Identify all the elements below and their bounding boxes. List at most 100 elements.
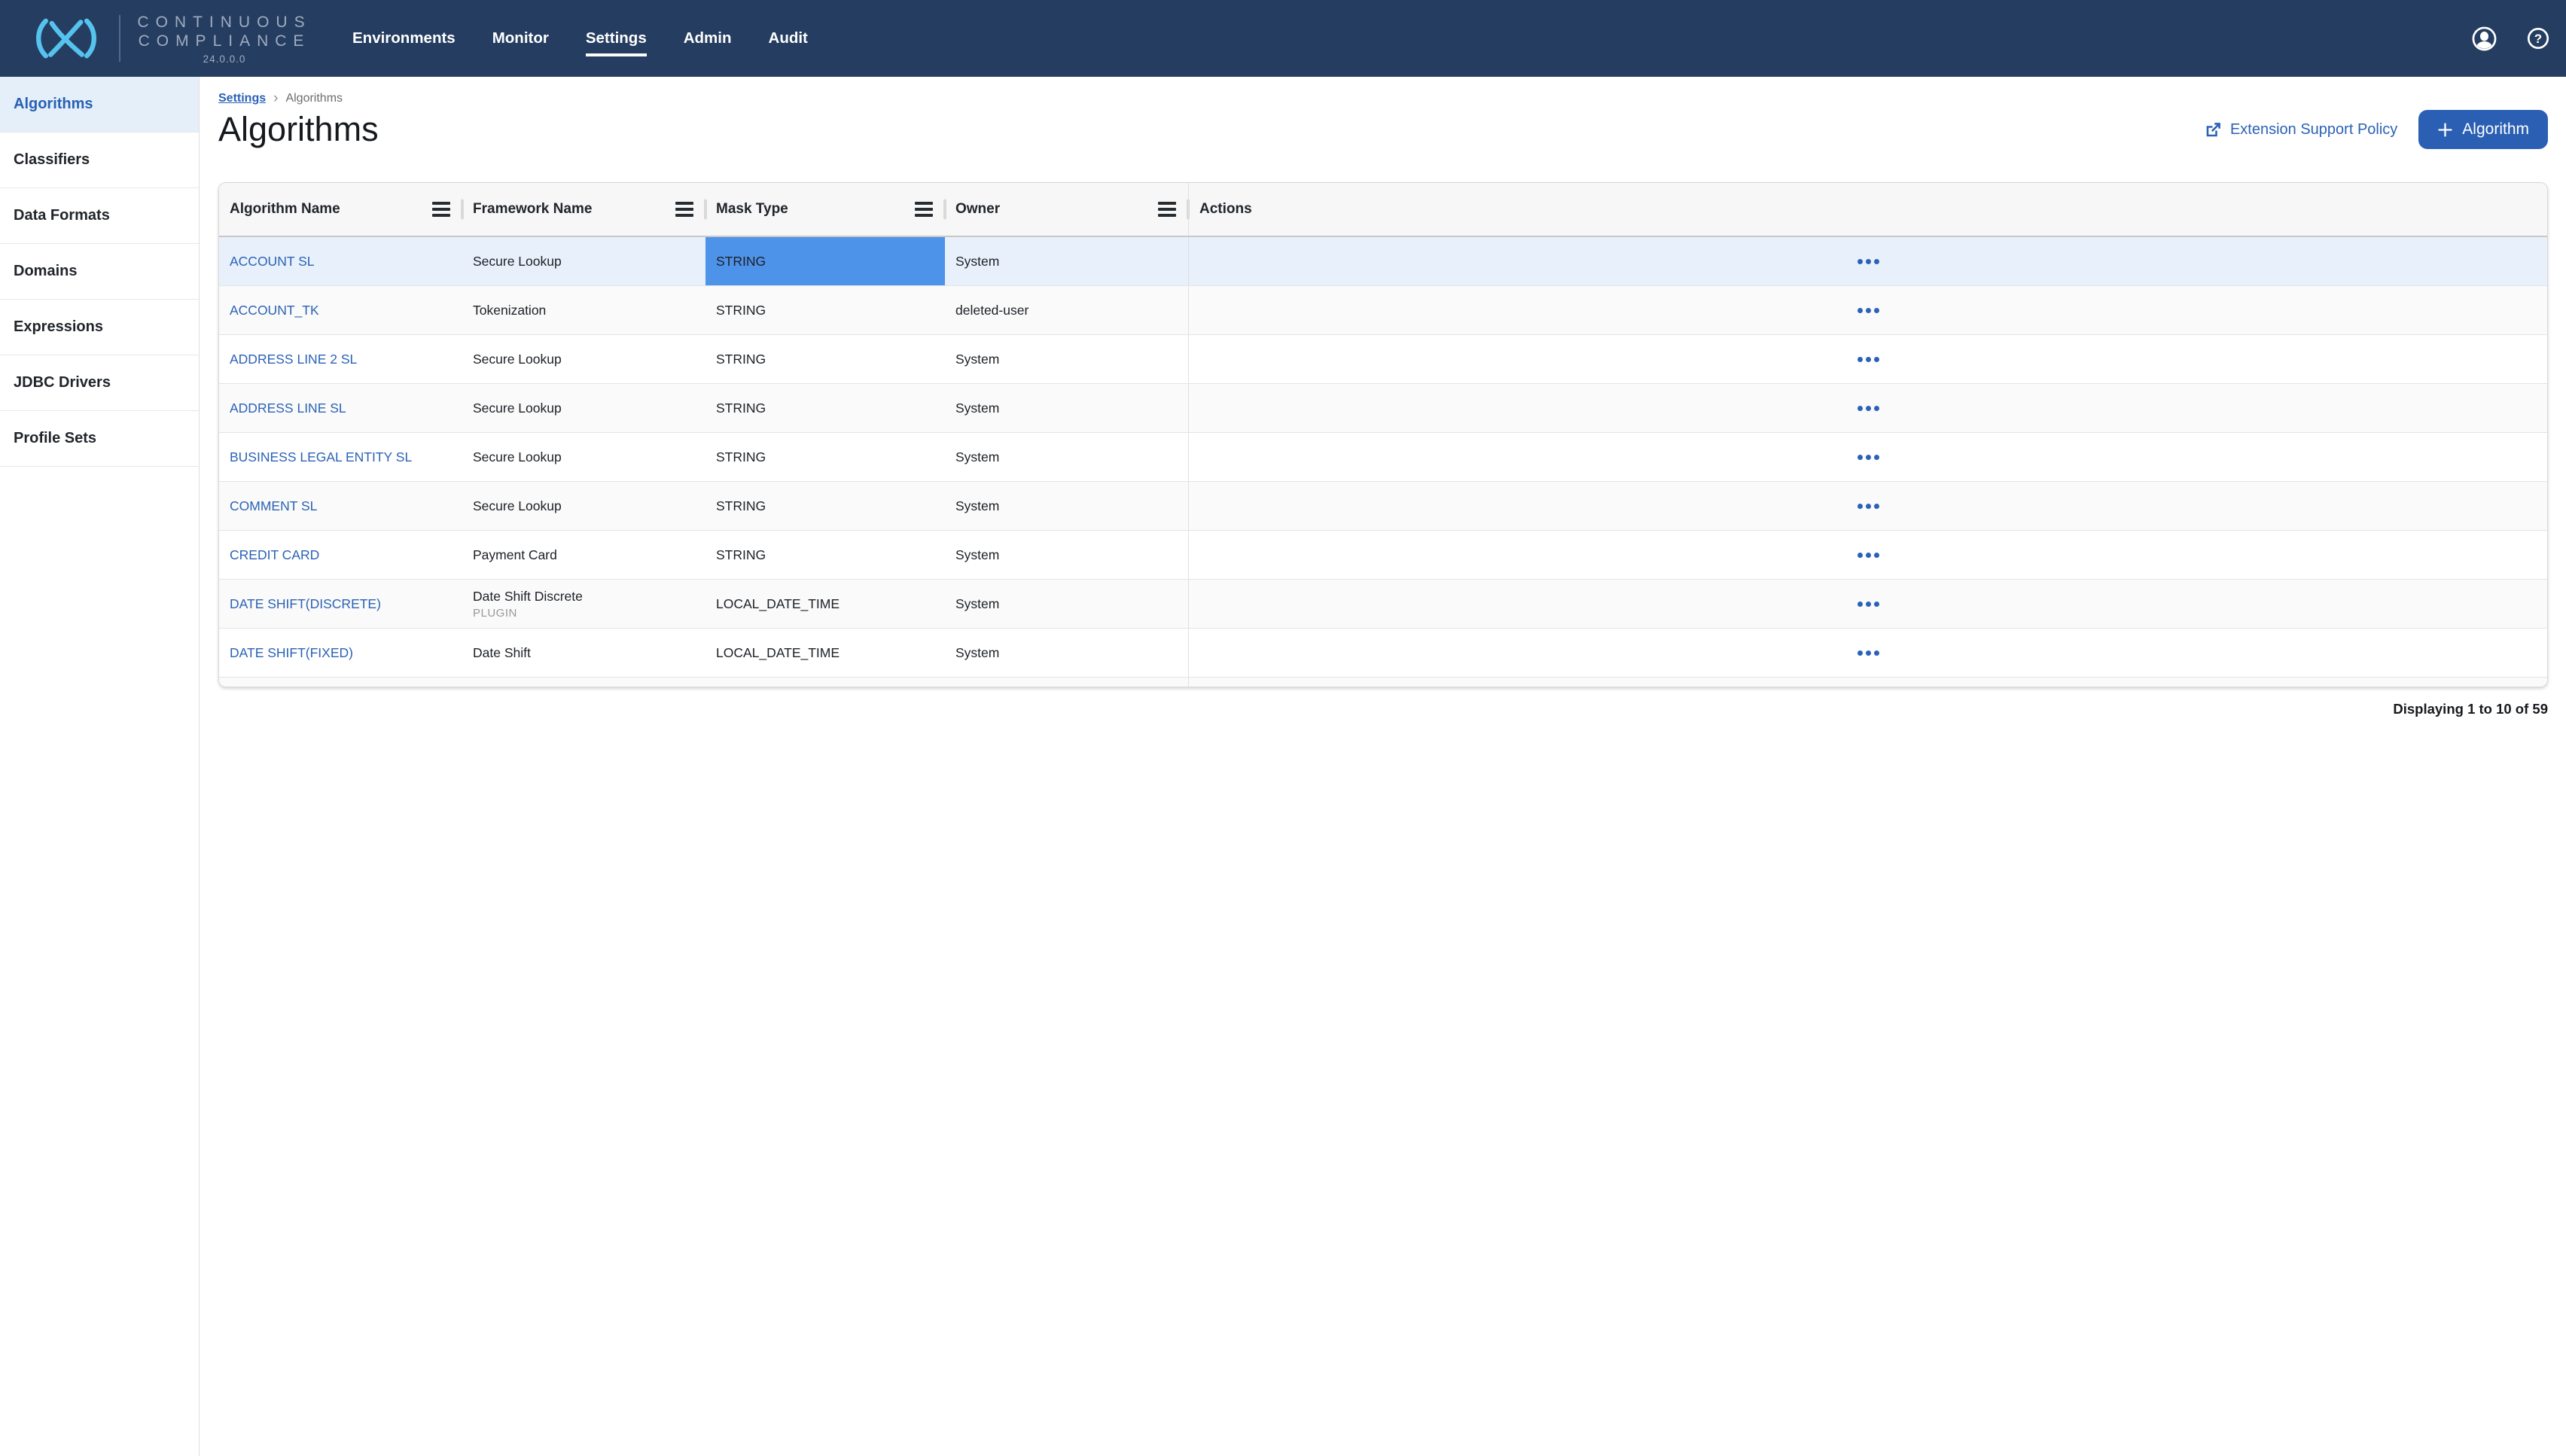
sidebar-item-classifiers[interactable]: Classifiers — [0, 133, 199, 188]
algorithm-name-cell: ACCOUNT SL — [219, 237, 462, 285]
nav-item-settings[interactable]: Settings — [586, 29, 647, 47]
owner-cell: deleted-user — [945, 286, 1188, 334]
add-algorithm-button[interactable]: Algorithm — [2418, 110, 2548, 149]
user-avatar-icon[interactable] — [2472, 26, 2497, 51]
sidebar-item-algorithms[interactable]: Algorithms — [0, 77, 199, 133]
extension-support-policy-link[interactable]: Extension Support Policy — [2205, 121, 2397, 139]
page-title: Algorithms — [218, 110, 379, 149]
column-menu-icon[interactable] — [675, 202, 693, 217]
algorithm-name-cell: CREDIT CARD — [219, 531, 462, 579]
nav-item-environments[interactable]: Environments — [352, 29, 456, 47]
table-row-address-line-2-sl: ADDRESS LINE 2 SL Secure Lookup STRING S… — [219, 335, 2547, 384]
sidebar-item-domains[interactable]: Domains — [0, 244, 199, 300]
sidebar-item-label: Algorithms — [14, 96, 93, 113]
help-icon[interactable]: ? — [2527, 27, 2549, 50]
nav-item-monitor[interactable]: Monitor — [492, 29, 549, 47]
table-row-account-sl: ACCOUNT SL Secure Lookup STRING System — [219, 237, 2547, 286]
owner-cell: System — [945, 335, 1188, 383]
actions-cell — [1188, 237, 2547, 285]
framework-name-cell: Tokenization — [462, 286, 705, 334]
framework-name-cell: Secure Lookup — [462, 433, 705, 481]
algorithm-name-cell: DATE SHIFT(DISCRETE) — [219, 580, 462, 628]
algorithm-name-cell: BUSINESS LEGAL ENTITY SL — [219, 433, 462, 481]
brand-line-2: COMPLIANCE — [139, 32, 311, 50]
algorithm-name-cell: ADDRESS LINE SL — [219, 384, 462, 432]
row-actions-button[interactable] — [1850, 398, 1887, 419]
mask-type-value: STRING — [716, 498, 766, 514]
mask-type-cell: STRING — [705, 531, 945, 579]
breadcrumb-settings-link[interactable]: Settings — [218, 92, 266, 105]
mask-type-value: STRING — [716, 352, 766, 367]
owner-value: System — [955, 498, 999, 514]
mask-type-cell: LOCAL_DATE_TIME — [705, 629, 945, 677]
sidebar-item-data-formats[interactable]: Data Formats — [0, 188, 199, 244]
breadcrumb-current: Algorithms — [285, 92, 343, 105]
row-actions-button[interactable] — [1850, 594, 1887, 614]
framework-name: Payment Card — [473, 547, 557, 563]
nav-item-admin[interactable]: Admin — [684, 29, 732, 47]
owner-value: System — [955, 352, 999, 367]
owner-value: deleted-user — [955, 303, 1029, 318]
column-menu-icon[interactable] — [1158, 202, 1176, 217]
algorithm-name-link[interactable]: COMMENT SL — [230, 498, 317, 514]
nav-item-label: Monitor — [492, 29, 549, 47]
mask-type-value: STRING — [716, 254, 766, 270]
row-actions-button[interactable] — [1850, 496, 1887, 516]
page-actions: Extension Support Policy Algorithm — [2205, 110, 2548, 149]
nav-item-label: Admin — [684, 29, 732, 47]
column-header-owner: Owner — [945, 183, 1188, 236]
table-row-address-line-sl: ADDRESS LINE SL Secure Lookup STRING Sys… — [219, 384, 2547, 433]
framework-name: Date Shift — [473, 645, 531, 661]
algorithm-name-cell: ACCOUNT_TK — [219, 286, 462, 334]
breadcrumb-chevron-icon: › — [273, 93, 278, 105]
algorithm-name-link[interactable]: ADDRESS LINE 2 SL — [230, 352, 357, 367]
mask-type-cell: LOCAL_DATE_TIME — [705, 580, 945, 628]
algorithm-name-link[interactable]: CREDIT CARD — [230, 547, 319, 563]
actions-cell — [1188, 531, 2547, 579]
owner-value: System — [955, 254, 999, 270]
mask-type-cell: STRING — [705, 384, 945, 432]
framework-name-cell: Secure Lookup — [462, 384, 705, 432]
owner-value: System — [955, 596, 999, 612]
algorithm-name-link[interactable]: DATE SHIFT(FIXED) — [230, 645, 353, 661]
row-actions-button[interactable] — [1850, 447, 1887, 468]
algorithm-name-link[interactable]: BUSINESS LEGAL ENTITY SL — [230, 449, 412, 465]
owner-value: System — [955, 449, 999, 465]
row-actions-button[interactable] — [1850, 300, 1887, 321]
owner-cell: System — [945, 237, 1188, 285]
row-actions-button[interactable] — [1850, 251, 1887, 272]
nav-item-audit[interactable]: Audit — [769, 29, 808, 47]
column-menu-icon[interactable] — [432, 202, 450, 217]
framework-name-cell: Secure Lookup — [462, 237, 705, 285]
row-actions-button[interactable] — [1850, 643, 1887, 663]
sidebar-item-profile-sets[interactable]: Profile Sets — [0, 411, 199, 467]
algorithm-name-link[interactable]: ACCOUNT_TK — [230, 303, 319, 318]
actions-cell — [1188, 335, 2547, 383]
sidebar-item-expressions[interactable]: Expressions — [0, 300, 199, 355]
mask-type-value: STRING — [716, 547, 766, 563]
plus-icon — [2437, 122, 2453, 138]
algorithm-name-link[interactable]: DATE SHIFT(DISCRETE) — [230, 596, 381, 612]
column-header-actions: Actions — [1188, 183, 2547, 236]
column-menu-icon[interactable] — [915, 202, 933, 217]
row-actions-button[interactable] — [1850, 349, 1887, 370]
brand-block: CONTINUOUS COMPLIANCE 24.0.0.0 — [137, 13, 312, 65]
top-nav: Environments Monitor Settings Admin Audi… — [352, 29, 808, 47]
row-actions-button[interactable] — [1850, 545, 1887, 565]
algorithm-name-link[interactable]: ADDRESS LINE SL — [230, 401, 346, 416]
framework-name: Secure Lookup — [473, 401, 562, 416]
nav-item-label: Audit — [769, 29, 808, 47]
logo-divider — [119, 15, 120, 62]
mask-type-value: STRING — [716, 449, 766, 465]
table-row-comment-sl: COMMENT SL Secure Lookup STRING System — [219, 482, 2547, 531]
owner-value: System — [955, 645, 999, 661]
sidebar-item-jdbc-drivers[interactable]: JDBC Drivers — [0, 355, 199, 411]
mask-type-cell: STRING — [705, 335, 945, 383]
algorithm-name-link[interactable]: ACCOUNT SL — [230, 254, 314, 270]
algorithm-name-cell: COMMENT SL — [219, 482, 462, 530]
table-row-date-shift-discrete: DATE SHIFT(DISCRETE) Date Shift Discrete… — [219, 580, 2547, 629]
nav-item-label: Environments — [352, 29, 456, 47]
pagination-status: Displaying 1 to 10 of 59 — [218, 701, 2548, 717]
actions-cell — [1188, 629, 2547, 677]
framework-name: Secure Lookup — [473, 352, 562, 367]
